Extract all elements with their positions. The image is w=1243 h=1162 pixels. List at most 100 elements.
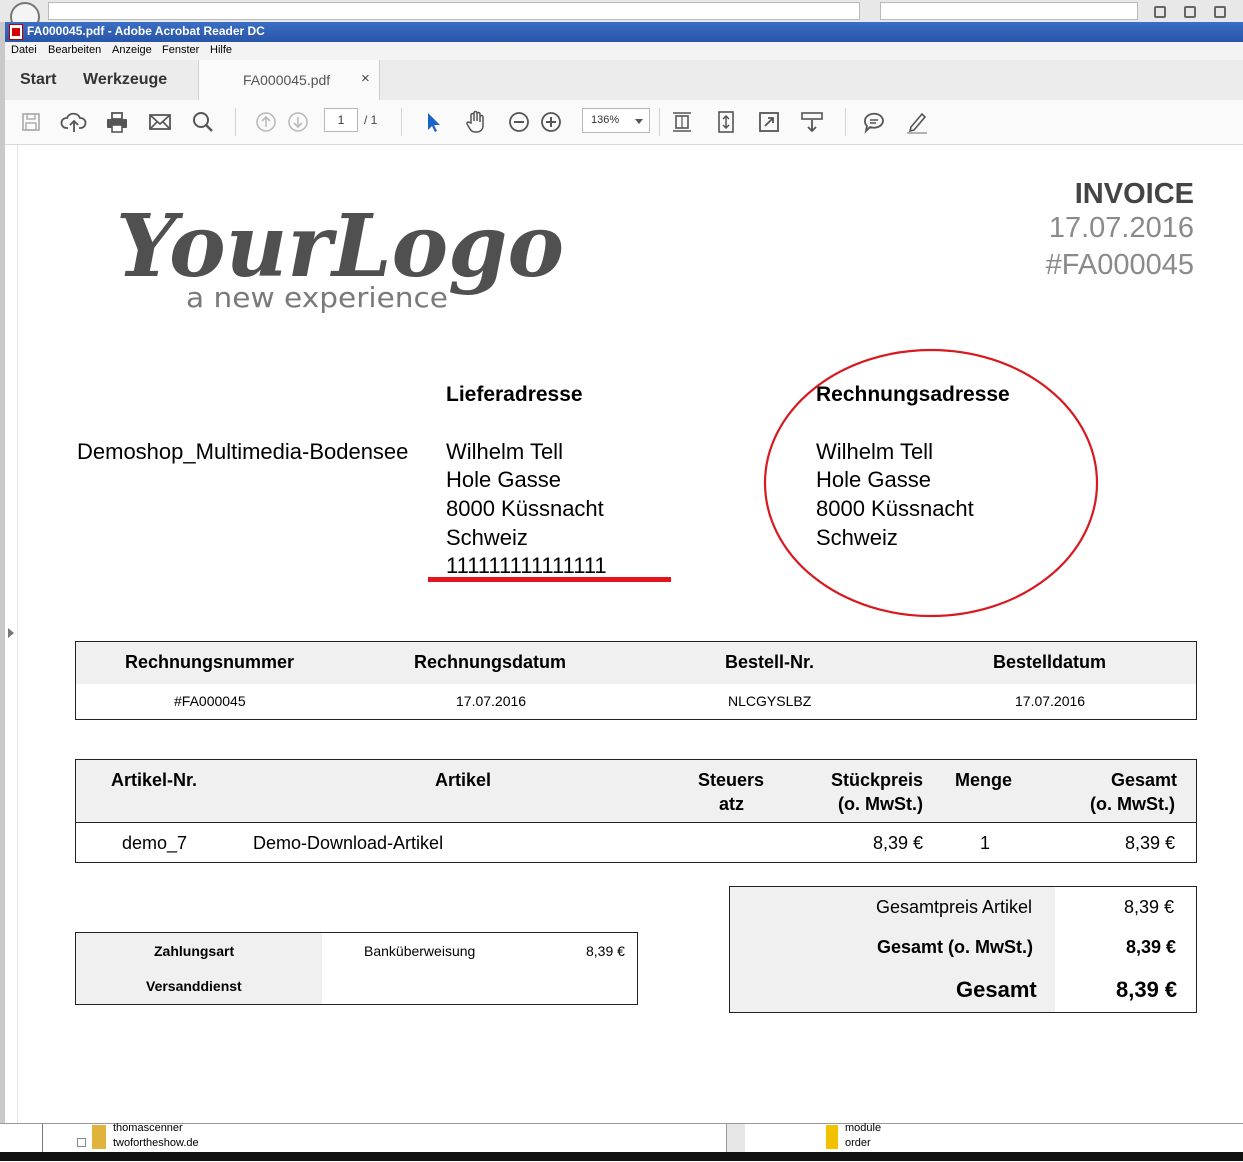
read-mode-icon[interactable] <box>798 108 826 136</box>
menu-fenster[interactable]: Fenster <box>162 44 199 56</box>
table-header: Rechnungsnummer <box>125 652 295 672</box>
zoom-out-icon[interactable] <box>505 108 533 136</box>
upload-icon[interactable] <box>60 108 88 136</box>
mail-icon[interactable] <box>146 108 174 136</box>
taskbar-edge <box>0 1152 1243 1161</box>
page-up-icon[interactable] <box>252 108 280 136</box>
company-logo: YourLogo a new experience <box>116 196 564 314</box>
close-tab-icon[interactable]: × <box>361 70 370 87</box>
table-header: Stückpreis <box>831 770 924 790</box>
unknown-file-icon <box>826 1137 838 1149</box>
tab-document-label: FA000045.pdf <box>243 72 331 88</box>
chevron-down-icon <box>635 119 643 124</box>
red-underline-annotation <box>428 577 671 582</box>
explorer-scrollbar[interactable] <box>726 1124 745 1153</box>
explorer-item[interactable]: twofortheshow.de <box>113 1137 199 1149</box>
table-header: Menge <box>955 770 1013 790</box>
table-header: (o. MwSt.) <box>1090 794 1175 814</box>
explorer-item[interactable]: order <box>845 1137 871 1149</box>
menu-anzeige[interactable]: Anzeige <box>112 44 152 56</box>
payment-method-value: Banküberweisung <box>364 943 476 959</box>
delivery-address-line: 8000 Küssnacht <box>446 496 604 521</box>
invoice-date: 17.07.2016 <box>1048 212 1194 244</box>
navigation-pane-divider <box>17 145 18 1123</box>
table-header: atz <box>719 794 745 814</box>
search-icon[interactable] <box>189 108 217 136</box>
expand-icon[interactable] <box>77 1138 86 1147</box>
delivery-address-heading: Lieferadresse <box>446 383 583 406</box>
table-cell: demo_7 <box>122 833 188 853</box>
window-title: FA000045.pdf - Adobe Acrobat Reader DC <box>27 24 265 38</box>
tab-tools[interactable]: Werkzeuge <box>83 71 167 89</box>
table-header: (o. MwSt.) <box>838 794 923 814</box>
table-cell: 8,39 € <box>1125 833 1176 853</box>
table-cell: #FA000045 <box>174 693 246 709</box>
table-header: Steuers <box>698 770 765 790</box>
browser-url-bar[interactable] <box>48 2 860 20</box>
payment-amount: 8,39 € <box>586 943 625 959</box>
payment-method-label: Zahlungsart <box>154 943 235 959</box>
red-ellipse-annotation <box>763 348 1099 618</box>
table-cell: 17.07.2016 <box>1015 693 1086 709</box>
zoom-select[interactable]: 136% <box>582 108 650 133</box>
bookmarks-icon[interactable] <box>1184 6 1196 18</box>
page-down-icon[interactable] <box>284 108 312 136</box>
select-arrow-icon[interactable] <box>419 108 447 136</box>
page-total-label: / 1 <box>364 113 378 127</box>
browser-search-bar[interactable] <box>880 2 1138 20</box>
items-header-row <box>76 760 1196 823</box>
folder-icon <box>92 1125 106 1137</box>
bookmark-star-icon[interactable] <box>1154 6 1166 18</box>
scroll-mode-icon[interactable] <box>712 108 740 136</box>
title-bar: FA000045.pdf - Adobe Acrobat Reader DC <box>5 22 1243 42</box>
toolbar-separator <box>659 108 660 136</box>
delivery-address-line: Schweiz <box>446 525 528 550</box>
fit-page-icon[interactable] <box>668 108 696 136</box>
menu-datei[interactable]: Datei <box>11 44 37 56</box>
fullscreen-icon[interactable] <box>755 108 783 136</box>
menu-bearbeiten[interactable]: Bearbeiten <box>48 44 101 56</box>
table-header: Artikel-Nr. <box>111 770 198 790</box>
tab-document[interactable]: FA000045.pdf × <box>198 60 380 100</box>
menu-hilfe[interactable]: Hilfe <box>210 44 232 56</box>
explorer-item[interactable]: module <box>845 1122 881 1134</box>
explorer-item[interactable]: thomascenner <box>113 1122 183 1134</box>
table-header: Rechnungsdatum <box>414 652 567 672</box>
delivery-address-line: Wilhelm Tell <box>446 439 563 464</box>
table-cell: 17.07.2016 <box>456 693 527 709</box>
downloads-icon[interactable] <box>1214 6 1226 18</box>
delivery-address-line: Hole Gasse <box>446 467 561 492</box>
zoom-in-icon[interactable] <box>537 108 565 136</box>
pdf-app-icon <box>9 24 23 40</box>
items-table <box>75 759 1197 863</box>
print-icon[interactable] <box>103 108 131 136</box>
tab-start[interactable]: Start <box>20 71 56 89</box>
zoom-value: 136% <box>591 114 620 126</box>
invoice-title: INVOICE <box>1074 178 1194 210</box>
sign-icon[interactable] <box>903 108 931 136</box>
table-cell: 8,39 € <box>873 833 924 853</box>
items-total-label: Gesamtpreis Artikel <box>876 897 1033 917</box>
net-total-label: Gesamt (o. MwSt.) <box>877 937 1034 957</box>
navigation-pane-toggle-icon[interactable] <box>8 628 14 638</box>
hand-icon[interactable] <box>462 108 490 136</box>
items-total-value: 8,39 € <box>1124 897 1175 917</box>
delivery-phone-line: 111111111111111 <box>446 553 607 578</box>
unknown-file-icon <box>826 1125 838 1137</box>
table-header: Gesamt <box>1111 770 1178 790</box>
toolbar-separator <box>845 108 846 136</box>
table-cell: Demo-Download-Artikel <box>253 833 444 853</box>
comment-icon[interactable] <box>860 108 888 136</box>
shop-name: Demoshop_Multimedia-Bodensee <box>77 439 409 464</box>
invoice-number: #FA000045 <box>1045 249 1194 281</box>
table-cell: NLCGYSLBZ <box>728 693 812 709</box>
toolbar-separator <box>235 108 236 136</box>
menu-bar: Datei Bearbeiten Anzeige Fenster Hilfe <box>5 42 1243 60</box>
gross-total-label: Gesamt <box>956 977 1037 1002</box>
page-number-input[interactable]: 1 <box>324 108 358 132</box>
shipping-method-label: Versanddienst <box>146 978 242 994</box>
gross-total-value: 8,39 € <box>1116 977 1178 1002</box>
net-total-value: 8,39 € <box>1126 937 1177 957</box>
toolbar-separator <box>401 108 402 136</box>
save-icon[interactable] <box>17 108 45 136</box>
